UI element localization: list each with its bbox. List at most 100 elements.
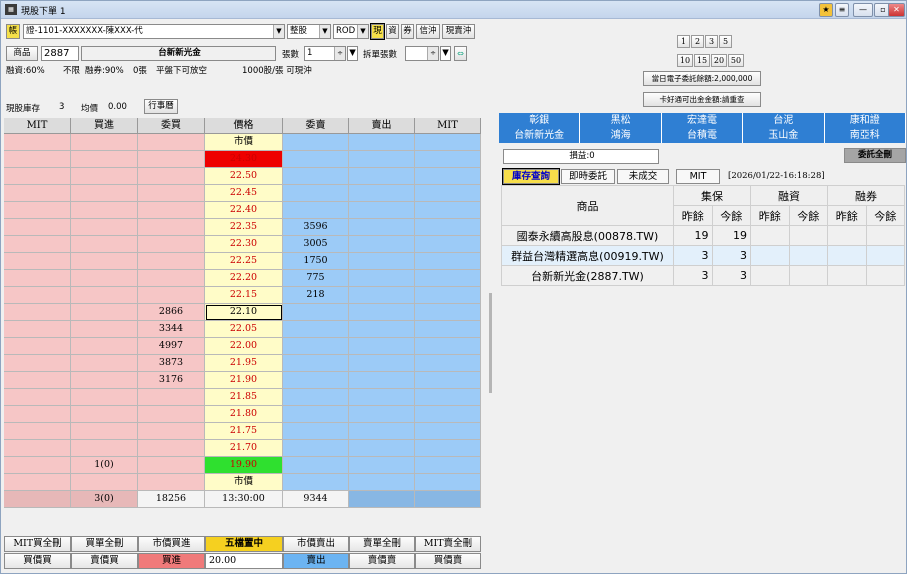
sell-cell[interactable] [349,168,415,185]
buy-cell[interactable] [71,134,138,151]
mit-buy-cell[interactable] [4,304,71,321]
price-cell[interactable]: 市價 [205,134,283,151]
mit-buy-cell[interactable] [4,338,71,355]
mit-sell-cell[interactable] [415,202,481,219]
mit-sell-cell[interactable] [415,355,481,372]
price-cell[interactable]: 22.05 [205,321,283,338]
sell-cell[interactable] [349,304,415,321]
qty-shortcut-20[interactable]: 20 [711,54,727,67]
watch-item[interactable]: 彰銀 [499,113,581,128]
mit-sell-cell[interactable] [415,440,481,457]
mit-buy-cell[interactable] [4,287,71,304]
mit-sell-cell[interactable] [415,474,481,491]
buy-cell[interactable] [71,236,138,253]
price-cell[interactable]: 22.40 [205,202,283,219]
mit-buy-cell[interactable] [4,134,71,151]
price-cell[interactable]: 22.10 [205,304,283,321]
mit-sell-cell[interactable] [415,185,481,202]
chevron-down-icon[interactable]: ▼ [440,46,451,61]
mit-sell-cell[interactable] [415,151,481,168]
sell-at-bid-button[interactable]: 買價賣 [415,553,481,569]
buy-cell[interactable] [71,219,138,236]
buy-cell[interactable] [71,440,138,457]
price-cell[interactable]: 22.35 [205,219,283,236]
mit-buy-cell[interactable] [4,219,71,236]
mit-sell-cell[interactable] [415,372,481,389]
table-row[interactable]: 國泰永續高股息(00878.TW) 19 19 [501,225,905,246]
buy-cell[interactable] [71,372,138,389]
sell-at-ask-button[interactable]: 賣價賣 [349,553,415,569]
table-row[interactable]: 台新新光金(2887.TW) 3 3 [501,265,905,286]
buy-cell[interactable] [71,270,138,287]
spinner-icon[interactable]: ÷ [427,47,438,60]
mit-sell-cell[interactable] [415,389,481,406]
margin-button[interactable]: 資 [386,24,399,39]
watch-item[interactable]: 南亞科 [824,128,906,143]
price-cell[interactable]: 24.30 [205,151,283,168]
sell-cell[interactable] [349,338,415,355]
watch-item[interactable]: 台新新光金 [499,128,581,143]
price-cell[interactable]: 22.50 [205,168,283,185]
sell-cell[interactable] [349,270,415,287]
price-cell[interactable]: 21.70 [205,440,283,457]
mit-buy-cell[interactable] [4,406,71,423]
price-cell[interactable]: 22.45 [205,185,283,202]
price-cell[interactable]: 21.75 [205,423,283,440]
buy-at-ask-button[interactable]: 賣價買 [71,553,138,569]
center-five-button[interactable]: 五檔置中 [205,536,283,552]
buy-cell[interactable] [71,355,138,372]
price-cell[interactable]: 市價 [205,474,283,491]
mit-sell-cell[interactable] [415,168,481,185]
buy-button[interactable]: 買進 [138,553,205,569]
sell-cell[interactable] [349,202,415,219]
daytrade-button[interactable]: 信沖 [416,24,440,39]
refresh-icon[interactable]: ⇔ [454,46,467,61]
mit-sell-cell[interactable] [415,134,481,151]
sell-cell[interactable] [349,474,415,491]
account-select[interactable]: 證-1101-XXXXXXX-陳XXX-代 ▼ [23,24,285,39]
account-button[interactable]: 帳 [6,24,20,39]
symbol-input[interactable]: 2887 [41,46,79,61]
buy-cell[interactable] [71,423,138,440]
sell-cell[interactable] [349,185,415,202]
mit-sell-cell[interactable] [415,423,481,440]
sell-cell[interactable] [349,219,415,236]
mit-buy-cell[interactable] [4,236,71,253]
tab-mit[interactable]: MIT [676,169,720,184]
mit-buy-cell[interactable] [4,457,71,474]
sell-cell[interactable] [349,287,415,304]
trade-type-select[interactable]: 整股 ▼ [287,24,331,39]
mit-buy-cell[interactable] [4,440,71,457]
mit-buy-cell[interactable] [4,151,71,168]
mit-buy-cell[interactable] [4,372,71,389]
sell-cell[interactable] [349,151,415,168]
buy-cell[interactable] [71,185,138,202]
mit-buy-cell[interactable] [4,270,71,287]
sell-button[interactable]: 賣出 [283,553,349,569]
price-cell[interactable]: 21.85 [205,389,283,406]
calendar-button[interactable]: 行事曆 [144,99,178,114]
buy-cell[interactable] [71,253,138,270]
short-button[interactable]: 券 [401,24,414,39]
mit-sell-cell[interactable] [415,321,481,338]
watch-item[interactable]: 黑松 [580,113,662,128]
sell-cell[interactable] [349,236,415,253]
mit-buy-cell[interactable] [4,474,71,491]
price-cell[interactable]: 21.95 [205,355,283,372]
watch-item[interactable]: 鴻海 [580,128,662,143]
buy-cell[interactable] [71,389,138,406]
qty-shortcut-10[interactable]: 10 [677,54,693,67]
price-input[interactable]: 20.00 [205,553,283,569]
buy-cancel-all-button[interactable]: 買單全刪 [71,536,138,552]
tab-instant-orders[interactable]: 即時委託 [561,169,615,184]
mit-sell-cell[interactable] [415,253,481,270]
sell-cell[interactable] [349,321,415,338]
price-cell[interactable]: 22.00 [205,338,283,355]
buy-cell[interactable] [71,406,138,423]
mit-sell-cancel-all-button[interactable]: MIT賣全刪 [415,536,481,552]
mit-buy-cell[interactable] [4,355,71,372]
chevron-down-icon[interactable]: ▼ [347,46,358,61]
qty-shortcut-3[interactable]: 3 [705,35,718,48]
sell-cell[interactable] [349,406,415,423]
mit-buy-cancel-all-button[interactable]: MIT買全刪 [4,536,71,552]
